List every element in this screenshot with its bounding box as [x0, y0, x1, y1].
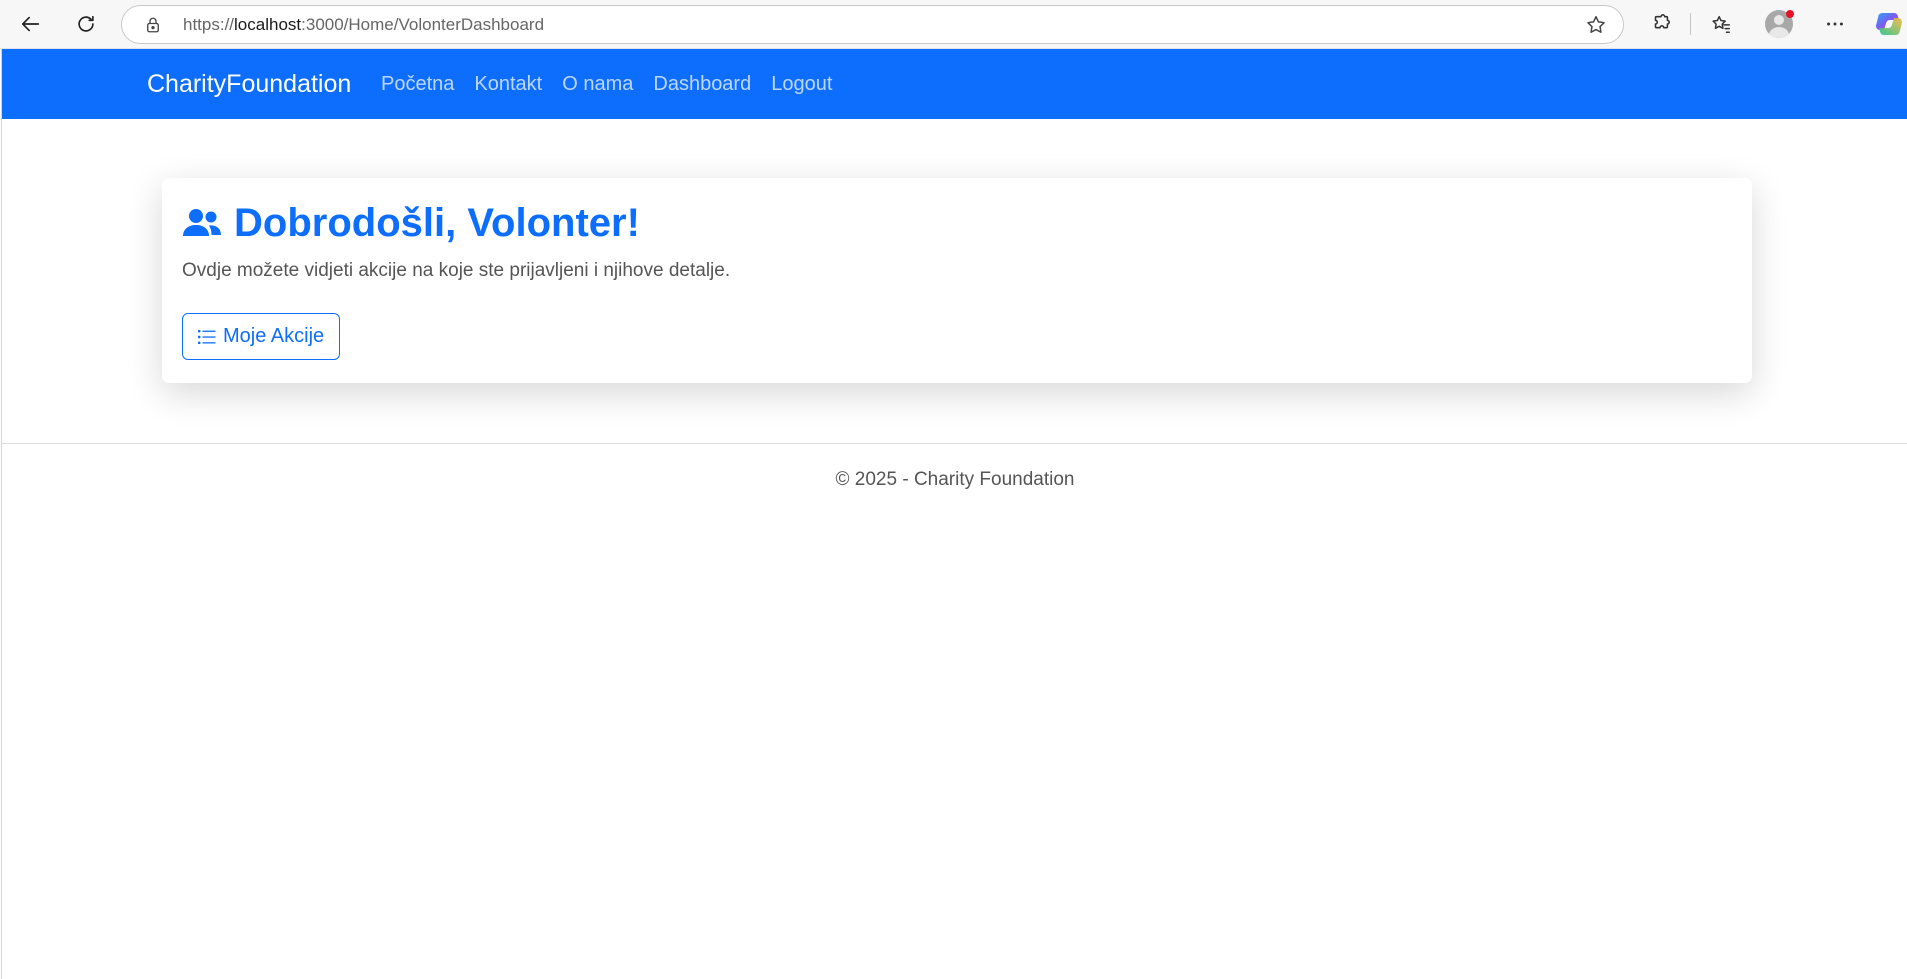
url-text[interactable]: https://localhost:3000/Home/VolonterDash…	[183, 6, 544, 43]
favorites-icon[interactable]	[1707, 10, 1735, 38]
nav-link-kontakt[interactable]: Kontakt	[474, 73, 542, 96]
url-host: localhost	[234, 15, 302, 34]
more-options-icon[interactable]	[1821, 10, 1849, 38]
extensions-icon[interactable]	[1647, 10, 1675, 38]
moje-akcije-label: Moje Akcije	[223, 325, 325, 347]
welcome-description: Ovdje možete vidjeti akcije na koje ste …	[182, 260, 731, 281]
page-viewport: CharityFoundation Početna Kontakt O nama…	[1, 49, 1907, 979]
top-navbar: CharityFoundation Početna Kontakt O nama…	[2, 49, 1907, 119]
welcome-card: Dobrodošli, Volonter! Ovdje možete vidje…	[162, 178, 1752, 383]
address-bar[interactable]: https://localhost:3000/Home/VolonterDash…	[121, 5, 1624, 44]
nav-links: Početna Kontakt O nama Dashboard Logout	[381, 49, 852, 119]
favorite-star-icon[interactable]	[1585, 14, 1607, 36]
browser-toolbar: https://localhost:3000/Home/VolonterDash…	[0, 0, 1907, 49]
nav-link-o-nama[interactable]: O nama	[562, 73, 633, 96]
refresh-icon[interactable]	[70, 8, 102, 40]
welcome-title-text: Dobrodošli, Volonter!	[234, 200, 640, 245]
copilot-icon[interactable]	[1874, 10, 1904, 38]
url-path: :3000/Home/VolonterDashboard	[301, 15, 545, 34]
lock-icon[interactable]	[144, 16, 162, 34]
welcome-title: Dobrodošli, Volonter!	[182, 200, 640, 246]
brand-link[interactable]: CharityFoundation	[147, 49, 351, 119]
url-scheme: https://	[183, 15, 235, 34]
notification-dot	[1786, 10, 1794, 18]
list-icon	[198, 329, 216, 344]
nav-link-pocetna[interactable]: Početna	[381, 73, 454, 96]
back-icon[interactable]	[15, 8, 47, 40]
footer-divider	[2, 443, 1907, 444]
nav-link-dashboard[interactable]: Dashboard	[653, 73, 751, 96]
footer-copyright: © 2025 - Charity Foundation	[835, 469, 1075, 490]
moje-akcije-button[interactable]: Moje Akcije	[182, 313, 341, 360]
users-icon	[183, 209, 221, 236]
nav-link-logout[interactable]: Logout	[771, 73, 832, 96]
toolbar-divider	[1690, 13, 1691, 35]
